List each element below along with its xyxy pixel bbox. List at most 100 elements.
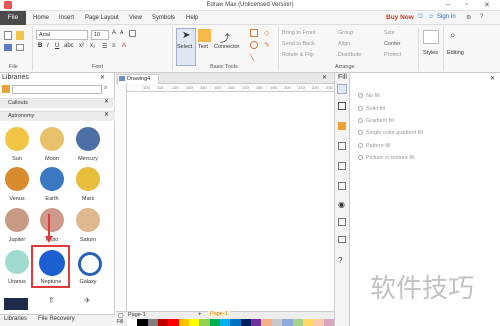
- line-panel-icon[interactable]: [338, 102, 346, 110]
- document-close-icon[interactable]: ✕: [322, 74, 327, 81]
- search-icon[interactable]: ⌕: [104, 85, 107, 92]
- fill-option-no-fill[interactable]: No fill: [358, 93, 380, 99]
- tab-libraries[interactable]: Libraries: [4, 316, 27, 322]
- group-button[interactable]: Group: [338, 30, 353, 36]
- ellipse-icon[interactable]: [250, 41, 258, 49]
- user-icon[interactable]: ☺: [428, 14, 434, 20]
- hyperlink-icon[interactable]: [338, 218, 346, 226]
- uranus-symbol[interactable]: [5, 250, 29, 274]
- page-list-icon[interactable]: ▢: [118, 312, 124, 319]
- shadow-panel-icon[interactable]: [338, 122, 346, 130]
- jupiter-symbol[interactable]: [5, 208, 29, 232]
- font-family-select[interactable]: Arial: [36, 30, 88, 40]
- text-tool-icon[interactable]: [198, 29, 211, 42]
- underline-icon[interactable]: U: [55, 43, 59, 49]
- pluto-symbol[interactable]: [40, 208, 64, 232]
- layers-icon[interactable]: ◉: [338, 200, 345, 209]
- sun-symbol[interactable]: [5, 127, 29, 151]
- rocket-symbol[interactable]: ⇑: [48, 296, 55, 305]
- current-page-select[interactable]: Page-1: [128, 312, 146, 318]
- settings-icon[interactable]: ⚙: [466, 14, 471, 21]
- maximize-icon[interactable]: ▫: [465, 1, 467, 8]
- send-to-back-button[interactable]: Send to Back: [282, 41, 315, 47]
- new-file-icon[interactable]: [4, 31, 12, 40]
- buy-now-button[interactable]: Buy Now: [386, 14, 414, 21]
- fill-panel-icon[interactable]: [337, 84, 347, 94]
- share-icon[interactable]: ⎋: [418, 14, 423, 21]
- size-button[interactable]: Size: [384, 30, 395, 36]
- shape-icon[interactable]: ◇: [264, 29, 269, 37]
- page-panel-icon[interactable]: [338, 182, 346, 190]
- distribute-button[interactable]: Distribute: [338, 52, 361, 58]
- pen-icon[interactable]: ✎: [264, 41, 270, 49]
- galaxy-symbol[interactable]: [78, 252, 102, 276]
- connector-label[interactable]: Connector: [214, 44, 239, 50]
- save-icon[interactable]: [4, 44, 12, 51]
- menu-symbols[interactable]: Symbols: [152, 15, 175, 21]
- fill-option-single-color-gradient[interactable]: Single color gradient fill: [358, 130, 423, 136]
- menu-page-layout[interactable]: Page Layout: [85, 15, 119, 21]
- color-palette[interactable]: [127, 319, 334, 326]
- neptune-symbol[interactable]: [39, 250, 65, 276]
- bring-to-front-button[interactable]: Bring to Front: [282, 30, 315, 36]
- help-panel-icon[interactable]: ?: [338, 256, 342, 265]
- drawing-page[interactable]: [127, 92, 334, 312]
- fill-option-solid[interactable]: Solid fill: [358, 106, 385, 112]
- font-size-select[interactable]: 10: [91, 30, 109, 40]
- comment-icon[interactable]: [338, 236, 346, 243]
- page-tab[interactable]: Page-1: [208, 311, 230, 317]
- data-panel-icon[interactable]: [338, 162, 346, 170]
- add-page-icon[interactable]: +: [198, 312, 202, 318]
- rotate-flip-button[interactable]: Rotate & Flip: [282, 52, 314, 58]
- saturn-symbol[interactable]: [76, 208, 100, 232]
- format-painter-icon[interactable]: [129, 30, 136, 37]
- menu-help[interactable]: Help: [186, 15, 198, 21]
- protect-button[interactable]: Protect: [384, 52, 401, 58]
- earth-symbol[interactable]: [40, 167, 64, 191]
- rectangle-icon[interactable]: [250, 29, 258, 37]
- menu-home[interactable]: Home: [33, 15, 49, 21]
- mars-symbol[interactable]: [76, 167, 100, 191]
- help-icon[interactable]: ?: [480, 14, 483, 20]
- file-menu[interactable]: File: [0, 11, 26, 25]
- close-category-icon[interactable]: ✕: [104, 98, 109, 105]
- space-symbol[interactable]: [4, 298, 28, 310]
- bold-icon[interactable]: B: [38, 43, 42, 49]
- library-manage-icon[interactable]: [2, 85, 10, 93]
- satellite-symbol[interactable]: ✈: [84, 296, 91, 305]
- editing-icon[interactable]: ⌕: [450, 30, 456, 41]
- category-callouts[interactable]: Callouts: [0, 98, 115, 108]
- italic-icon[interactable]: I: [47, 43, 49, 49]
- venus-symbol[interactable]: [5, 167, 29, 191]
- minimize-icon[interactable]: –: [446, 1, 450, 8]
- libraries-close-icon[interactable]: ✕: [100, 74, 105, 81]
- close-category-icon[interactable]: ✕: [104, 111, 109, 118]
- mercury-symbol[interactable]: [76, 127, 100, 151]
- fill-panel-close-icon[interactable]: ✕: [490, 75, 495, 82]
- menu-insert[interactable]: Insert: [59, 15, 74, 21]
- open-file-icon[interactable]: [16, 31, 24, 40]
- text-tool-label[interactable]: Text: [198, 44, 208, 50]
- fill-option-picture-texture[interactable]: Picture or texture fill: [358, 155, 415, 161]
- superscript-icon[interactable]: x²: [79, 43, 84, 49]
- line-icon[interactable]: ╲: [250, 54, 254, 62]
- styles-icon[interactable]: [423, 30, 439, 44]
- align-button[interactable]: Align: [338, 41, 350, 47]
- bullets-icon[interactable]: ☰: [102, 43, 107, 50]
- editing-button[interactable]: Editing: [447, 50, 464, 56]
- abc-icon[interactable]: abc: [64, 43, 74, 49]
- text-align-icon[interactable]: ≡: [112, 43, 116, 49]
- close-icon[interactable]: ✕: [484, 1, 490, 9]
- connector-icon[interactable]: ⤴: [220, 30, 230, 45]
- fill-option-pattern[interactable]: Pattern fill: [358, 143, 390, 149]
- library-search-input[interactable]: [12, 85, 102, 94]
- sign-in-link[interactable]: Sign In: [437, 14, 456, 20]
- print-icon[interactable]: [16, 44, 24, 51]
- menu-view[interactable]: View: [129, 15, 142, 21]
- shrink-font-icon[interactable]: A: [120, 30, 123, 36]
- font-color-icon[interactable]: A: [122, 43, 126, 49]
- grow-font-icon[interactable]: A: [112, 30, 116, 36]
- subscript-icon[interactable]: x₂: [90, 43, 95, 49]
- center-button[interactable]: Center: [384, 41, 401, 47]
- category-astronomy[interactable]: Astronomy: [0, 111, 115, 121]
